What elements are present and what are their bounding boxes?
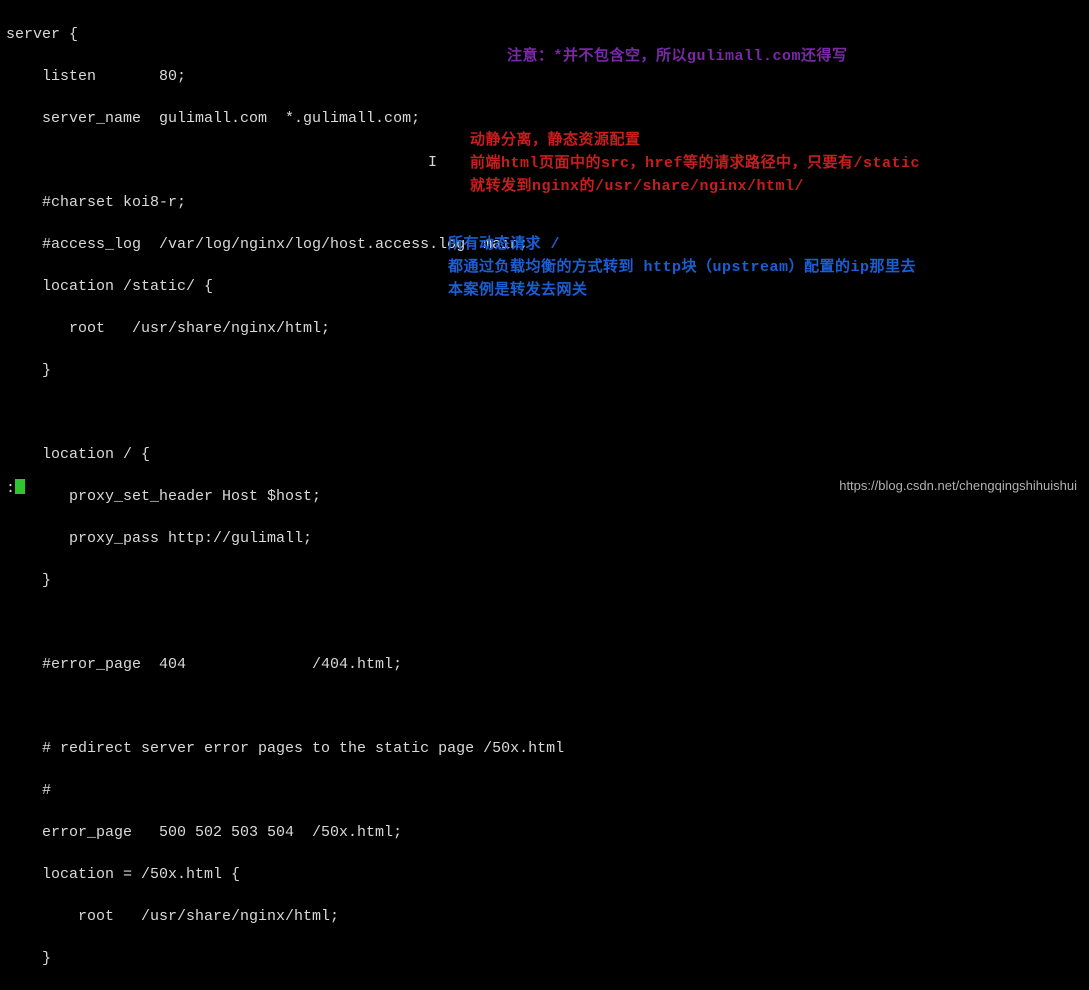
- annotation-red-line3: 就转发到nginx的/usr/share/nginx/html/: [470, 176, 804, 197]
- code-line: listen 80;: [6, 66, 564, 87]
- code-line: location / {: [6, 444, 564, 465]
- code-line: location = /50x.html {: [6, 864, 564, 885]
- code-line: [6, 402, 564, 423]
- code-line: [6, 612, 564, 633]
- code-line: proxy_set_header Host $host;: [6, 486, 564, 507]
- cursor-block-icon: [15, 479, 25, 494]
- vim-prompt[interactable]: :: [6, 478, 25, 499]
- text-cursor-icon: I: [428, 152, 437, 173]
- code-editor[interactable]: server { listen 80; server_name gulimall…: [6, 3, 564, 990]
- code-line: #: [6, 780, 564, 801]
- code-line: # redirect server error pages to the sta…: [6, 738, 564, 759]
- code-line: root /usr/share/nginx/html;: [6, 906, 564, 927]
- annotation-red-line2: 前端html页面中的src，href等的请求路径中，只要有/static: [470, 153, 920, 174]
- code-line: error_page 500 502 503 504 /50x.html;: [6, 822, 564, 843]
- watermark-text: https://blog.csdn.net/chengqingshihuishu…: [839, 475, 1077, 496]
- code-line: root /usr/share/nginx/html;: [6, 318, 564, 339]
- annotation-purple: 注意：*并不包含空，所以gulimall.com还得写: [507, 46, 848, 67]
- code-line: }: [6, 948, 564, 969]
- annotation-red-line1: 动静分离，静态资源配置: [470, 130, 641, 151]
- code-line: }: [6, 570, 564, 591]
- code-line: #error_page 404 /404.html;: [6, 654, 564, 675]
- annotation-blue-line3: 本案例是转发去网关: [448, 280, 588, 301]
- prompt-colon: :: [6, 480, 15, 497]
- code-line: }: [6, 360, 564, 381]
- code-line: server_name gulimall.com *.gulimall.com;: [6, 108, 564, 129]
- code-line: proxy_pass http://gulimall;: [6, 528, 564, 549]
- annotation-blue-line2: 都通过负载均衡的方式转到 http块（upstream）配置的ip那里去: [448, 257, 916, 278]
- code-line: [6, 696, 564, 717]
- annotation-blue-line1: 所有动态请求 /: [448, 234, 560, 255]
- code-line: server {: [6, 24, 564, 45]
